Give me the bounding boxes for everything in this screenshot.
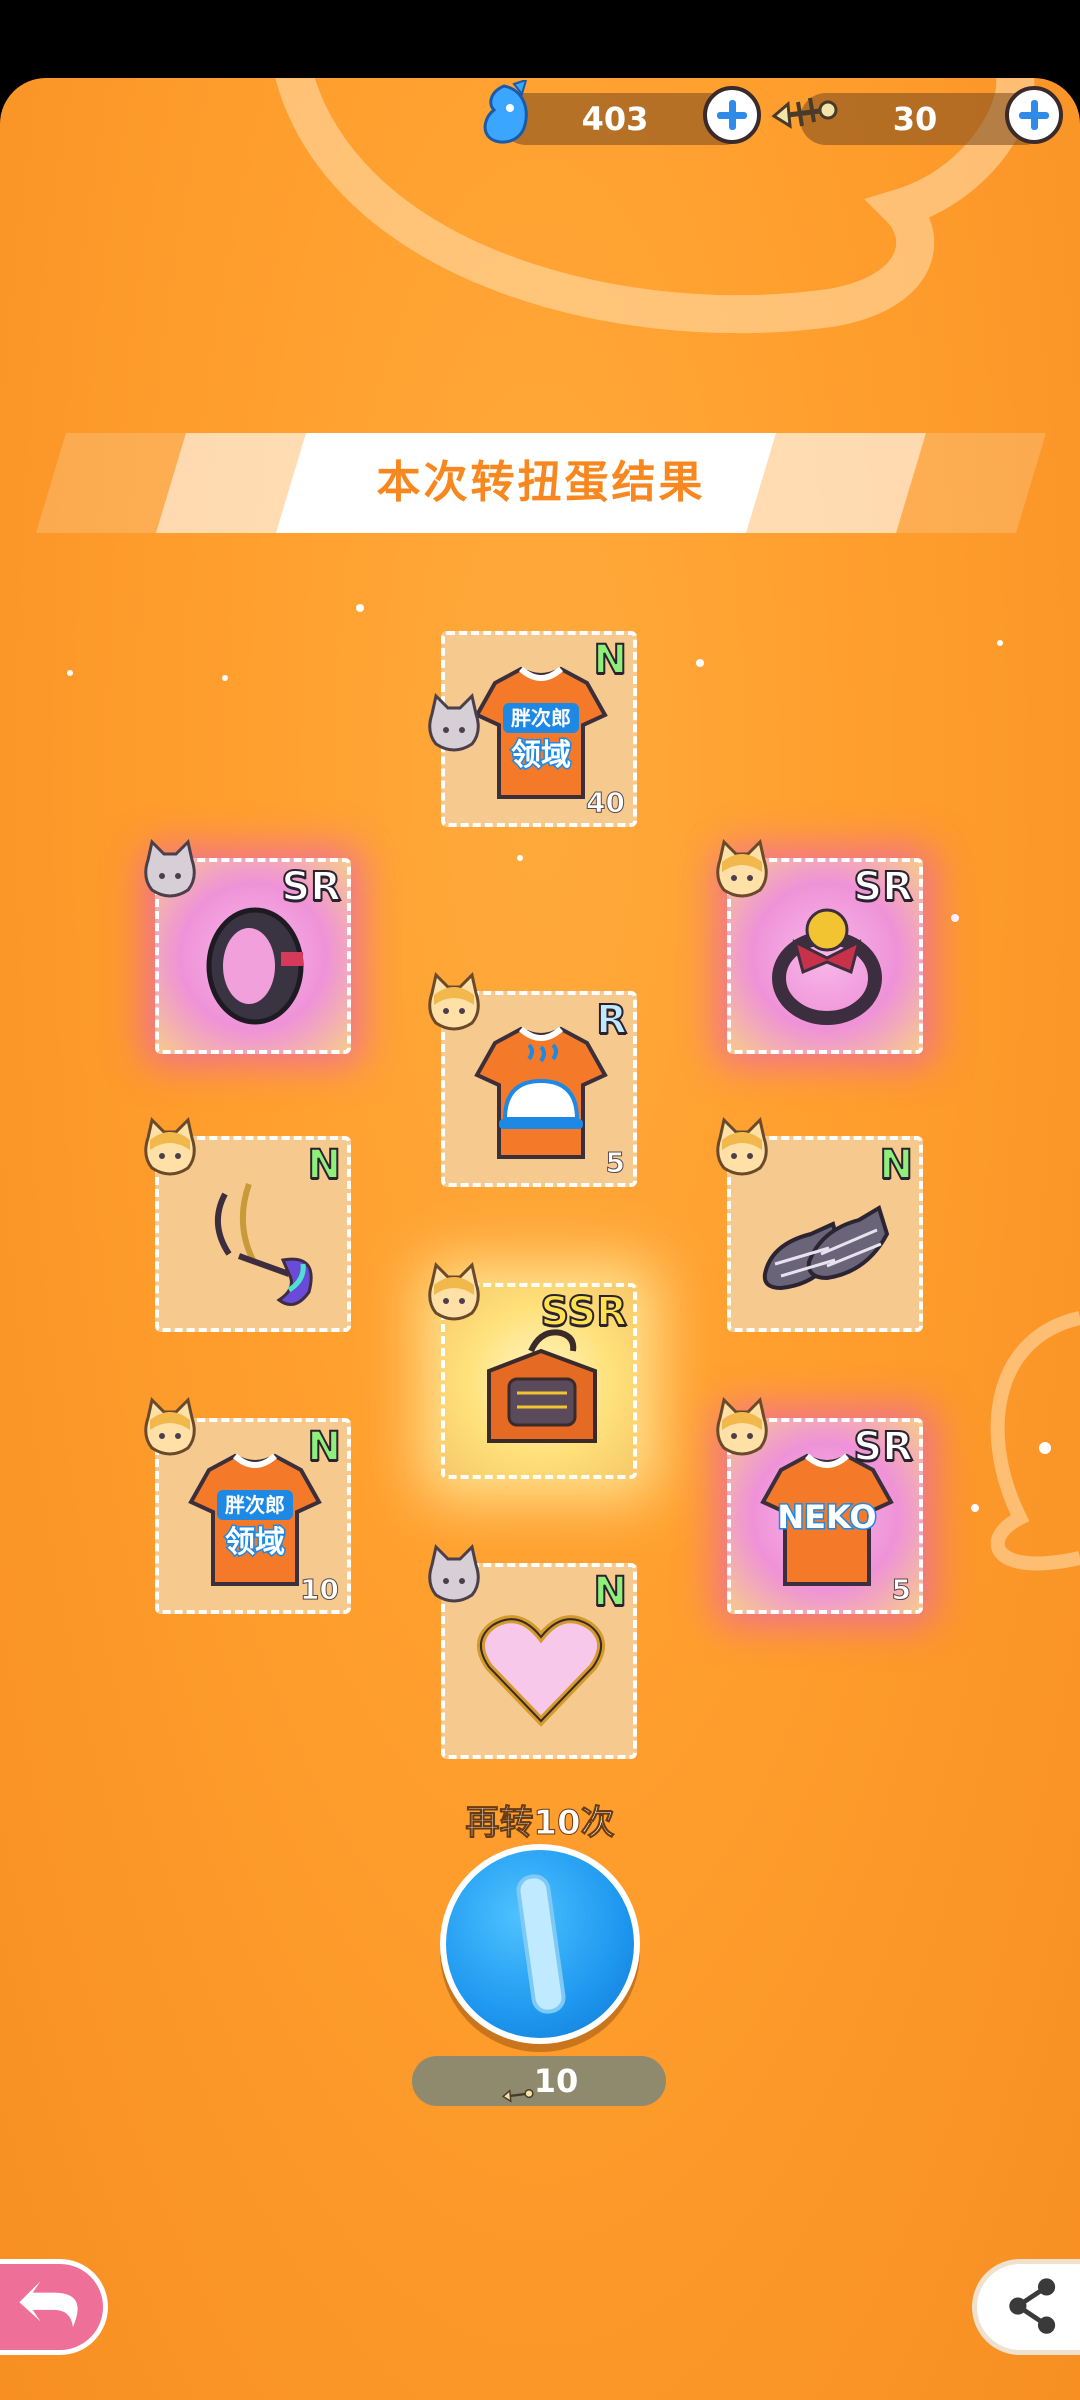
gray-cat-avatar-icon: [428, 1544, 480, 1603]
item-count: 40: [586, 786, 626, 820]
rarity-badge: N: [593, 636, 629, 684]
back-button[interactable]: [0, 2259, 108, 2355]
gem-count: 403: [581, 100, 649, 138]
orange-cat-avatar-icon: [716, 1397, 768, 1456]
spin-again-label: 再转10次: [465, 1803, 615, 1844]
rarity-badge: SSR: [539, 1288, 628, 1336]
shirt-text-bottom: 领域: [225, 1525, 285, 1560]
status-bar: [0, 0, 1080, 78]
shirt-neko-text: NEKO: [777, 1498, 876, 1536]
orange-cat-avatar-icon: [144, 1397, 196, 1456]
rarity-badge: N: [307, 1141, 343, 1189]
item-count: 5: [891, 1573, 912, 1607]
orange-cat-avatar-icon: [716, 1117, 768, 1176]
spin-again-button[interactable]: [440, 1844, 640, 2044]
orange-cat-avatar-icon: [144, 1117, 196, 1176]
result-title-banner: 本次转扭蛋结果: [36, 433, 1046, 533]
item-count: 5: [605, 1146, 626, 1180]
orange-cat-avatar-icon: [716, 839, 768, 898]
rarity-badge: N: [879, 1141, 915, 1189]
share-icon: [1009, 2278, 1056, 2334]
rarity-badge: N: [307, 1423, 343, 1471]
fish-token-count: 30: [892, 100, 938, 138]
gray-cat-avatar-icon: [144, 839, 196, 898]
item-count: 10: [300, 1573, 340, 1607]
shirt-text-top: 胖次郎: [224, 1493, 285, 1517]
rarity-badge: SR: [852, 863, 914, 911]
gacha-result-screen: 403 30 本次转扭蛋结果 胖次郎 领域 N 40 SR SR R 5 N N…: [0, 78, 1080, 2400]
fishbone-icon: [500, 2071, 534, 2103]
shirt-text-bottom: 领域: [511, 738, 571, 773]
gray-cat-avatar-icon: [428, 693, 480, 752]
blue-fish-gem-icon: [483, 80, 528, 144]
share-button[interactable]: [972, 2259, 1080, 2355]
back-arrow-icon: [19, 2281, 78, 2328]
orange-cat-avatar-icon: [428, 972, 480, 1031]
fishbone-icon: [771, 97, 838, 129]
spin-cost-pill: 10: [412, 2056, 666, 2106]
rarity-badge: R: [595, 996, 628, 1044]
page-title: 本次转扭蛋结果: [376, 457, 706, 508]
rarity-badge: SR: [852, 1423, 914, 1471]
orange-cat-avatar-icon: [428, 1262, 480, 1321]
orange-tshirt-bell-icon: [474, 1026, 608, 1159]
shirt-text-top: 胖次郎: [510, 706, 571, 730]
spin-cost-value: 10: [533, 2062, 579, 2100]
rarity-badge: SR: [280, 863, 342, 911]
add-fish-token-button[interactable]: [1005, 86, 1063, 144]
add-gem-button[interactable]: [703, 86, 761, 144]
lever-icon: [516, 1874, 566, 2014]
rarity-badge: N: [593, 1568, 629, 1616]
